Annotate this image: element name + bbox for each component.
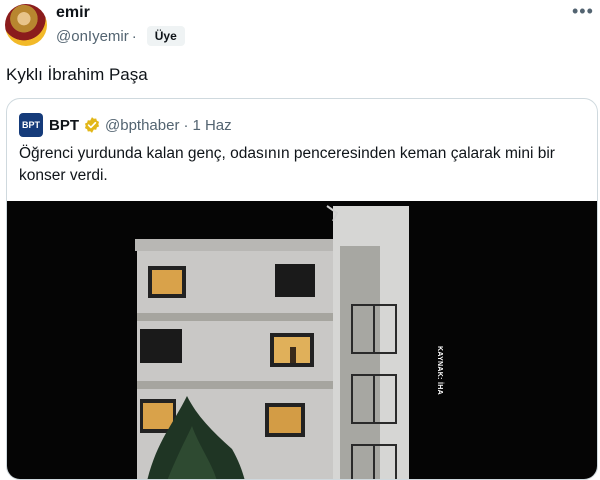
window-lit xyxy=(143,403,173,429)
building-scene xyxy=(135,205,409,479)
quote-separator-dot: · xyxy=(183,116,189,134)
media-source-label: KAYNAK: İHA xyxy=(436,346,443,395)
window-lit xyxy=(152,270,182,294)
quote-header: BPT BPT @bpthaber · 1 Haz xyxy=(19,113,232,137)
subscriber-badge[interactable]: Üye xyxy=(146,26,185,46)
quote-video[interactable]: KAYNAK: İHA xyxy=(7,201,597,479)
separator-dot: · xyxy=(131,27,137,45)
tweet: emir @onIyemir · Üye ••• Kyklı İbrahim P… xyxy=(0,0,600,480)
floor-band xyxy=(137,313,352,321)
author-handle[interactable]: @onIyemir xyxy=(56,28,129,45)
verified-badge-icon xyxy=(84,117,100,133)
window-lit xyxy=(269,407,301,433)
quoted-tweet[interactable]: BPT BPT @bpthaber · 1 Haz Öğrenci yurdun… xyxy=(6,98,598,480)
window xyxy=(275,264,315,297)
tweet-text: Kyklı İbrahim Paşa xyxy=(6,65,148,84)
quote-date[interactable]: 1 Haz xyxy=(192,117,231,134)
quote-author-name[interactable]: BPT xyxy=(49,117,79,134)
author-avatar[interactable] xyxy=(5,4,47,46)
author-name[interactable]: emir xyxy=(56,4,90,22)
quote-avatar[interactable]: BPT xyxy=(19,113,43,137)
quote-author-handle[interactable]: @bpthaber xyxy=(105,117,179,134)
quote-text: Öğrenci yurdunda kalan genç, odasının pe… xyxy=(19,145,555,184)
violinist-silhouette xyxy=(290,347,296,363)
building-roof xyxy=(135,239,340,251)
more-icon[interactable]: ••• xyxy=(572,2,593,22)
author-handle-row: @onIyemir · Üye xyxy=(56,26,185,46)
floor-band xyxy=(137,381,352,389)
window xyxy=(140,329,182,363)
